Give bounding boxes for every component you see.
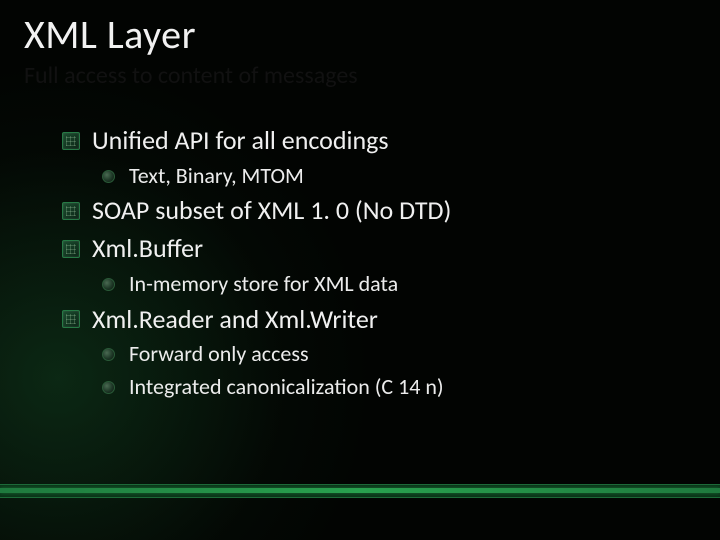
bullet-dot-icon [102, 381, 115, 394]
bullet-icon [62, 310, 80, 328]
slide-subtitle: Full access to content of messages [24, 61, 688, 90]
slide: XML Layer Full access to content of mess… [0, 0, 720, 540]
list-item: SOAP subset of XML 1. 0 (No DTD) [62, 194, 688, 228]
slide-title: XML Layer [24, 10, 688, 59]
list-subitem-text: Integrated canonicalization (C 14 n) [129, 373, 444, 402]
list-item: Xml.Buffer [62, 232, 688, 266]
bullet-dot-icon [102, 278, 115, 291]
bullet-dot-icon [102, 170, 115, 183]
list-item-text: SOAP subset of XML 1. 0 (No DTD) [92, 194, 451, 228]
bullet-dot-icon [102, 348, 115, 361]
list-item: Xml.Reader and Xml.Writer [62, 303, 688, 337]
footer-stripe-accent [0, 488, 720, 493]
list-subitem-text: Text, Binary, MTOM [129, 162, 304, 191]
bullet-icon [62, 240, 80, 258]
bullet-icon [62, 202, 80, 220]
list-subitem: Forward only access [102, 340, 688, 369]
list-subitem: Integrated canonicalization (C 14 n) [102, 373, 688, 402]
list-item-text: Xml.Reader and Xml.Writer [92, 303, 378, 337]
list-subitem: Text, Binary, MTOM [102, 162, 688, 191]
list-subitem: In-memory store for XML data [102, 270, 688, 299]
footer-stripe [0, 484, 720, 498]
list-item-text: Xml.Buffer [92, 232, 203, 266]
list-subitem-text: Forward only access [129, 340, 309, 369]
list-item: Unified API for all encodings [62, 124, 688, 158]
list-subitem-text: In-memory store for XML data [129, 270, 398, 299]
list-item-text: Unified API for all encodings [92, 124, 389, 158]
slide-body: Unified API for all encodings Text, Bina… [62, 124, 688, 402]
bullet-icon [62, 132, 80, 150]
